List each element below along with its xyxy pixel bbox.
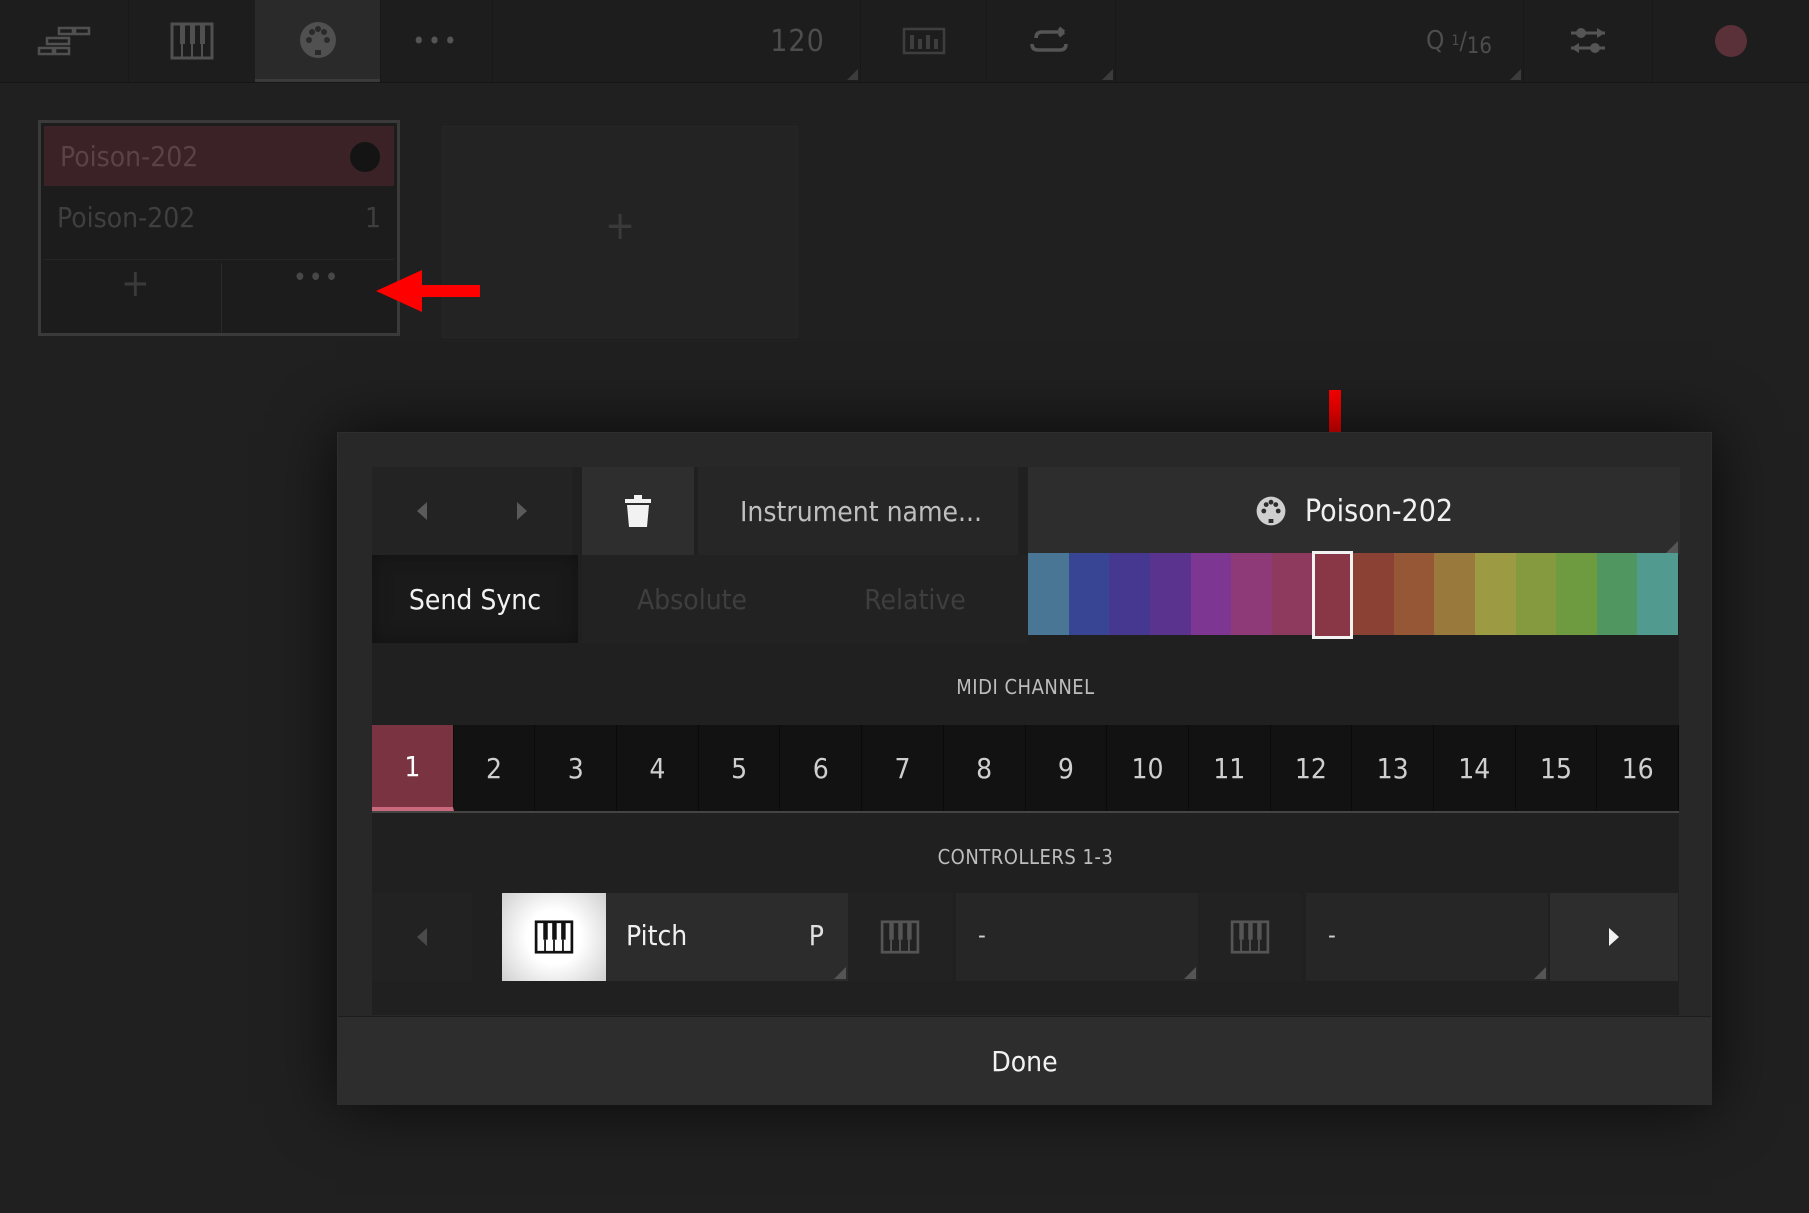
top-toolbar: ••• 120 Q 1 / 16 bbox=[0, 0, 1809, 83]
quantize-button[interactable]: Q 1 / 16 bbox=[1395, 0, 1523, 82]
color-swatch[interactable] bbox=[1109, 553, 1150, 635]
color-swatch[interactable] bbox=[1515, 553, 1557, 635]
midi-channel-1[interactable]: 1 bbox=[372, 725, 454, 811]
color-swatch[interactable] bbox=[1149, 553, 1191, 635]
controllers-next-button[interactable] bbox=[1550, 893, 1678, 981]
mixer-icon[interactable] bbox=[1524, 0, 1652, 82]
divider bbox=[221, 263, 222, 333]
instrument-row-channel: 1 bbox=[364, 201, 381, 234]
add-track-button[interactable]: + bbox=[121, 261, 150, 305]
controller-2-select[interactable]: - bbox=[956, 893, 1198, 981]
midi-channel-14[interactable]: 14 bbox=[1433, 725, 1516, 811]
instrument-port-label: Poison-202 bbox=[1304, 493, 1454, 529]
quantize-numerator: 1 bbox=[1451, 33, 1460, 49]
chevron-left-icon bbox=[417, 928, 427, 946]
keyboard-icon bbox=[534, 920, 574, 954]
controller-2-name: - bbox=[978, 921, 986, 949]
midi-channel-7[interactable]: 7 bbox=[862, 725, 944, 811]
midi-channel-2[interactable]: 2 bbox=[453, 725, 536, 811]
absolute-mode-button[interactable]: Absolute bbox=[582, 555, 802, 643]
color-swatch[interactable] bbox=[1393, 553, 1435, 635]
midi-channel-10[interactable]: 10 bbox=[1107, 725, 1189, 811]
controller-3-name: - bbox=[1328, 921, 1336, 949]
controller-1-source-button[interactable] bbox=[502, 893, 606, 981]
keyboard-icon bbox=[1230, 920, 1270, 954]
midi-channel-4[interactable]: 4 bbox=[617, 725, 699, 811]
color-swatch[interactable] bbox=[1271, 553, 1313, 635]
controller-3-source-button[interactable] bbox=[1198, 893, 1302, 981]
midi-channel-15[interactable]: 15 bbox=[1515, 725, 1598, 811]
chevron-right-icon bbox=[517, 502, 527, 520]
record-icon[interactable] bbox=[1653, 0, 1809, 82]
color-palette bbox=[1028, 551, 1678, 639]
instrument-port-select[interactable]: Poison-202 bbox=[1028, 467, 1680, 555]
color-swatch[interactable] bbox=[1068, 553, 1110, 635]
instrument-card[interactable]: Poison-202 Poison-202 1 + ••• bbox=[38, 120, 400, 336]
tempo-value: 120 bbox=[770, 23, 825, 59]
instrument-name-input[interactable]: Instrument name... bbox=[698, 467, 1018, 555]
chevron-right-icon bbox=[1609, 928, 1619, 946]
instrument-settings-dialog: Instrument name... Poison-202 Send Sync … bbox=[337, 432, 1712, 1105]
midi-port-icon bbox=[1256, 496, 1286, 526]
controller-1-name: Pitch bbox=[626, 919, 688, 952]
next-instrument-button[interactable] bbox=[472, 467, 572, 555]
more-icon[interactable]: ••• bbox=[381, 0, 491, 82]
keyboard-icon[interactable] bbox=[129, 0, 255, 82]
loop-icon[interactable] bbox=[987, 0, 1115, 82]
send-sync-toggle[interactable]: Send Sync bbox=[372, 555, 578, 643]
midi-channel-16[interactable]: 16 bbox=[1597, 725, 1679, 811]
midi-port-icon[interactable] bbox=[255, 0, 380, 82]
midi-channel-9[interactable]: 9 bbox=[1025, 725, 1108, 811]
color-swatch[interactable] bbox=[1353, 553, 1394, 635]
midi-channel-12[interactable]: 12 bbox=[1270, 725, 1353, 811]
controllers-previous-button[interactable] bbox=[372, 893, 472, 981]
quantize-label: Q bbox=[1426, 26, 1446, 56]
color-swatch[interactable] bbox=[1596, 553, 1638, 635]
arrange-icon[interactable] bbox=[0, 0, 128, 82]
instrument-more-button[interactable]: ••• bbox=[293, 263, 340, 293]
controller-1-select[interactable]: Pitch P bbox=[606, 893, 848, 981]
controllers-heading: CONTROLLERS 1-3 bbox=[937, 845, 1114, 869]
controller-3-select[interactable]: - bbox=[1306, 893, 1548, 981]
color-swatch[interactable] bbox=[1474, 553, 1516, 635]
color-swatch[interactable] bbox=[1637, 553, 1678, 635]
delete-instrument-button[interactable] bbox=[582, 467, 694, 555]
color-swatch[interactable] bbox=[1231, 553, 1272, 635]
color-swatch[interactable] bbox=[1312, 551, 1353, 639]
midi-channel-5[interactable]: 5 bbox=[698, 725, 781, 811]
add-instrument-card[interactable]: + bbox=[442, 126, 798, 338]
midi-channel-13[interactable]: 13 bbox=[1352, 725, 1434, 811]
divider bbox=[44, 259, 394, 260]
instrument-status-dot bbox=[350, 142, 380, 172]
annotation-arrow-left bbox=[376, 270, 480, 312]
trash-icon bbox=[625, 495, 651, 527]
previous-instrument-button[interactable] bbox=[372, 467, 472, 555]
midi-channel-8[interactable]: 8 bbox=[943, 725, 1026, 811]
chevron-left-icon bbox=[417, 502, 427, 520]
done-button[interactable]: Done bbox=[338, 1016, 1711, 1105]
color-swatch[interactable] bbox=[1190, 553, 1232, 635]
instrument-row-name: Poison-202 bbox=[57, 201, 196, 234]
controller-1-short: P bbox=[808, 919, 824, 952]
instrument-card-title: Poison-202 bbox=[60, 140, 199, 173]
color-swatch[interactable] bbox=[1434, 553, 1475, 635]
add-instrument-plus: + bbox=[605, 203, 636, 249]
instrument-card-header[interactable]: Poison-202 bbox=[44, 126, 394, 186]
midi-channel-selector: 1 2 3 4 5 6 7 8 9 10 11 12 13 14 15 16 bbox=[372, 725, 1679, 813]
quantize-denominator: 16 bbox=[1466, 33, 1492, 59]
controller-2-source-button[interactable] bbox=[848, 893, 952, 981]
tempo-button[interactable]: 120 bbox=[735, 0, 860, 82]
metronome-icon[interactable] bbox=[861, 0, 986, 82]
midi-channel-11[interactable]: 11 bbox=[1188, 725, 1271, 811]
color-swatch[interactable] bbox=[1556, 553, 1597, 635]
midi-channel-heading: MIDI CHANNEL bbox=[956, 675, 1095, 699]
keyboard-icon bbox=[880, 920, 920, 954]
midi-channel-3[interactable]: 3 bbox=[535, 725, 618, 811]
relative-mode-button[interactable]: Relative bbox=[802, 555, 1028, 643]
midi-channel-6[interactable]: 6 bbox=[780, 725, 863, 811]
color-swatch[interactable] bbox=[1028, 553, 1069, 635]
